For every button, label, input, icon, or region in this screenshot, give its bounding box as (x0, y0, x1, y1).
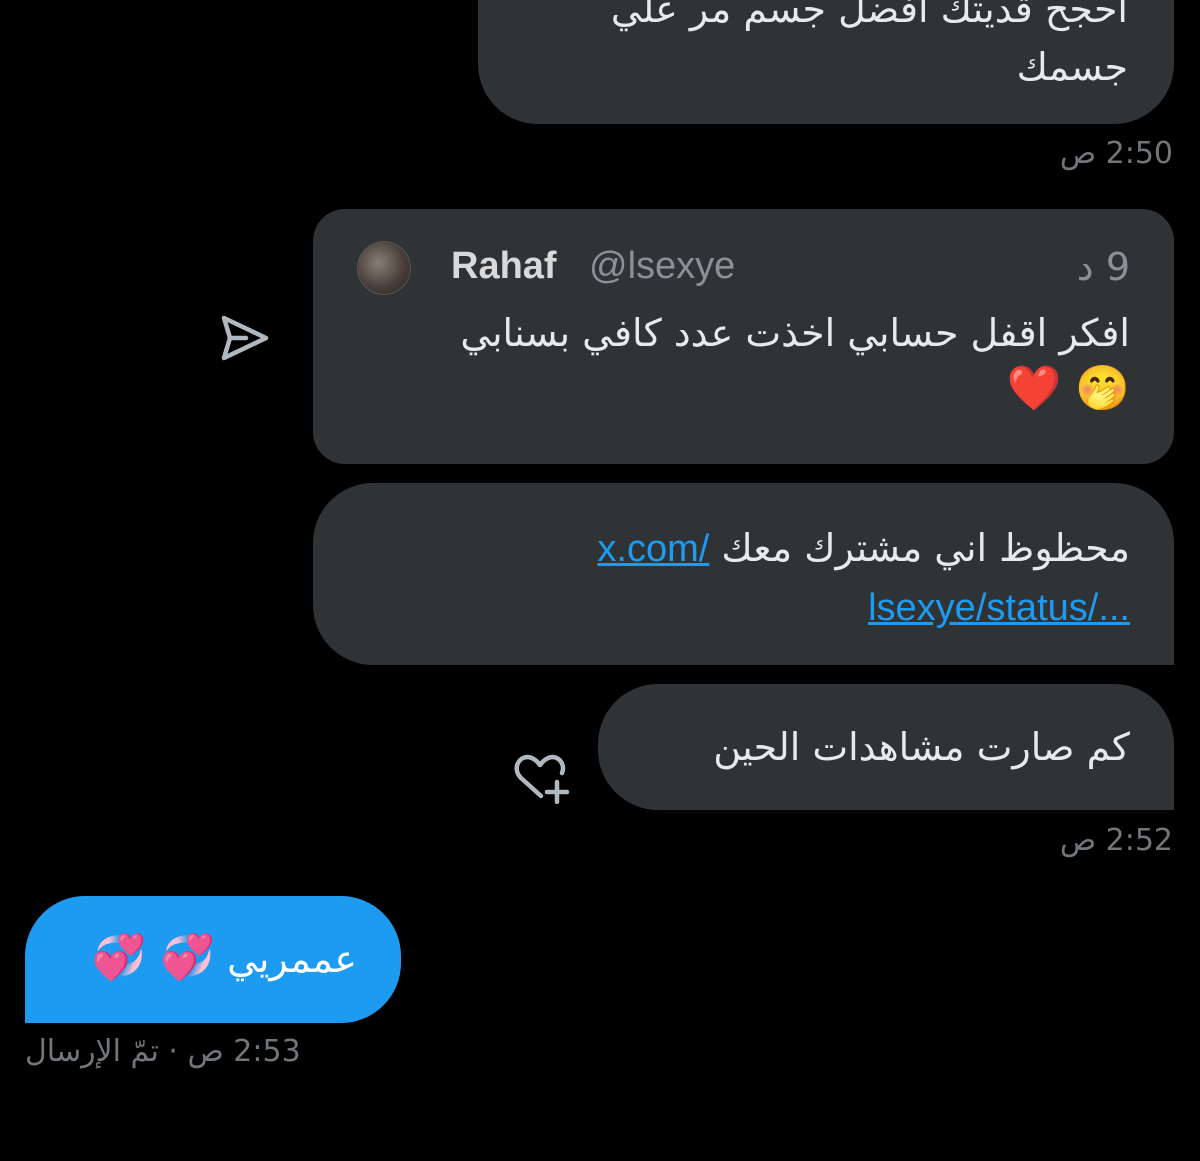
shared-tweet-card[interactable]: Rahaf @lsexye 9 د افكر اقفل حسابي اخذت ع… (313, 209, 1174, 464)
tweet-header: Rahaf @lsexye 9 د (357, 239, 1130, 299)
message-status: 2:53 ص · تمّ الإرسال (25, 1034, 301, 1069)
received-message-bubble[interactable]: كم صارت مشاهدات الحين (598, 684, 1174, 810)
message-text-line: محظوظ اني مشترك معك x.com/ (357, 519, 1130, 578)
avatar[interactable] (357, 241, 411, 295)
tweet-emojis: 🤭 ❤️ (1006, 363, 1130, 414)
message-emojis: 💞 💞 (91, 932, 216, 983)
tweet-author-handle[interactable]: @lsexye (589, 245, 735, 288)
tweet-link[interactable]: x.com/ (597, 528, 709, 570)
message-text: عممريي (227, 937, 357, 981)
received-message-bubble[interactable]: محظوظ اني مشترك معك x.com/ lsexye/status… (313, 483, 1174, 665)
tweet-author-name[interactable]: Rahaf (451, 245, 557, 288)
sent-message-bubble[interactable]: عممريي 💞 💞 (25, 896, 401, 1023)
message-text-line: احجح قديتك افضل جسم مر علي (610, 0, 1128, 31)
message-text-line: lsexye/status/... (357, 578, 1130, 637)
tweet-body: افكر اقفل حسابي اخذت عدد كافي بسنابي (460, 311, 1130, 355)
tweet-link[interactable]: lsexye/status/... (868, 587, 1130, 629)
message-text: محظوظ اني مشترك معك (721, 526, 1130, 570)
received-message-bubble[interactable]: احجح قديتك افضل جسم مر علي جسمك (478, 0, 1174, 124)
message-timestamp: 2:50 ص (1059, 136, 1173, 171)
share-arrow-icon[interactable] (216, 312, 272, 364)
tweet-age: 9 د (1076, 245, 1130, 289)
heart-add-icon[interactable] (511, 752, 573, 804)
message-timestamp: 2:52 ص (1059, 823, 1173, 858)
tweet-text: افكر اقفل حسابي اخذت عدد كافي بسنابي 🤭 ❤… (357, 305, 1130, 418)
message-text-line: جسمك (1016, 45, 1128, 89)
message-text: كم صارت مشاهدات الحين (713, 725, 1130, 769)
